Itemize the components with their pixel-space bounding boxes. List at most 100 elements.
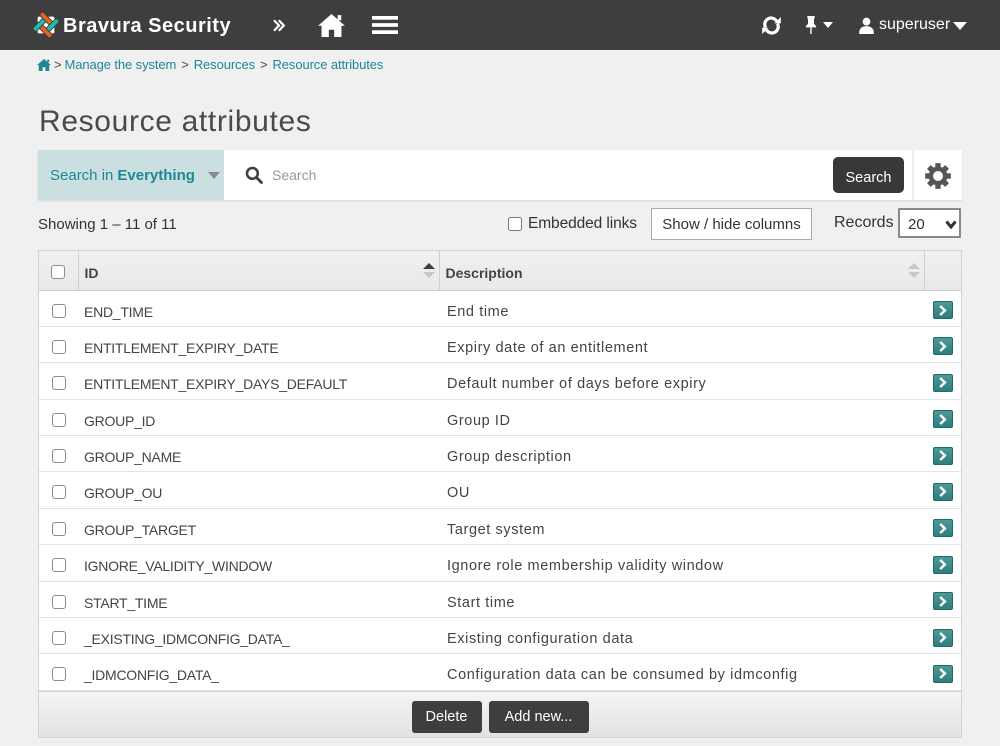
row-open-button[interactable] xyxy=(933,519,953,537)
records-label: Records xyxy=(834,214,894,232)
column-header-id[interactable]: ID xyxy=(78,251,439,290)
row-id: GROUP_ID xyxy=(84,413,155,429)
select-all-checkbox[interactable] xyxy=(51,265,65,279)
hamburger-icon xyxy=(372,16,398,34)
sort-icon-description xyxy=(908,263,920,278)
row-open-button[interactable] xyxy=(933,447,953,465)
search-icon xyxy=(245,166,263,184)
bravura-logo-icon xyxy=(32,11,60,39)
row-open-button[interactable] xyxy=(933,665,953,683)
table-row: GROUP_NAME Group description xyxy=(39,436,961,472)
row-description: End time xyxy=(447,304,509,320)
row-open-button[interactable] xyxy=(933,629,953,647)
row-open-button[interactable] xyxy=(933,483,953,501)
row-checkbox[interactable] xyxy=(52,595,66,609)
showing-count: Showing 1 – 11 of 11 xyxy=(38,216,177,233)
brand-name: Bravura Security xyxy=(63,15,231,38)
row-checkbox[interactable] xyxy=(52,413,66,427)
breadcrumb-resource-attributes[interactable]: Resource attributes xyxy=(273,57,384,72)
row-description: Default number of days before expiry xyxy=(447,376,706,392)
column-header-description-label: Description xyxy=(440,265,523,281)
breadcrumb-separator: > xyxy=(51,57,65,72)
table-row: IGNORE_VALIDITY_WINDOW Ignore role membe… xyxy=(39,545,961,581)
row-description: Start time xyxy=(447,595,515,611)
search-scope-dropdown[interactable]: Search in Everything xyxy=(38,150,224,200)
row-checkbox[interactable] xyxy=(52,340,66,354)
table-row: START_TIME Start time xyxy=(39,581,961,617)
pushpin-icon xyxy=(804,16,818,34)
delete-button[interactable]: Delete xyxy=(412,701,482,733)
main-menu-button[interactable] xyxy=(369,0,401,50)
row-open-button[interactable] xyxy=(933,337,953,355)
navbar: Bravura Security xyxy=(0,0,1000,50)
search-field-wrap xyxy=(224,150,833,200)
row-description: Group description xyxy=(447,449,572,465)
row-checkbox[interactable] xyxy=(52,522,66,536)
breadcrumb-separator: > xyxy=(255,57,273,72)
collapse-menu-button[interactable] xyxy=(266,0,292,50)
table-row: _EXISTING_IDMCONFIG_DATA_ Existing confi… xyxy=(39,618,961,654)
table-controls: Showing 1 – 11 of 11 Embedded links Show… xyxy=(38,206,962,242)
table-header-row: ID Description xyxy=(39,251,961,290)
records-select[interactable]: 20 xyxy=(898,208,961,238)
breadcrumb-manage-the-system[interactable]: Manage the system xyxy=(65,57,177,72)
search-settings-button[interactable] xyxy=(912,150,962,200)
home-icon xyxy=(318,14,345,37)
chevron-right-icon xyxy=(938,414,947,425)
scope-caret-icon xyxy=(208,172,220,179)
chevron-right-icon xyxy=(938,377,947,388)
embedded-links-checkbox[interactable] xyxy=(508,217,522,231)
embedded-links-label: Embedded links xyxy=(528,215,637,233)
search-input[interactable] xyxy=(272,167,833,183)
row-checkbox[interactable] xyxy=(52,449,66,463)
chevron-right-icon xyxy=(938,341,947,352)
brand[interactable]: Bravura Security xyxy=(32,11,231,39)
gear-icon xyxy=(925,163,951,189)
breadcrumb: > Manage the system > Resources > Resour… xyxy=(37,57,383,72)
row-checkbox[interactable] xyxy=(52,304,66,318)
row-id: IGNORE_VALIDITY_WINDOW xyxy=(84,558,272,574)
search-bar: Search in Everything Search xyxy=(38,150,962,200)
chevron-right-icon xyxy=(938,559,947,570)
row-description: OU xyxy=(447,485,470,501)
home-button[interactable] xyxy=(314,0,348,50)
row-checkbox[interactable] xyxy=(52,631,66,645)
breadcrumb-home-icon[interactable] xyxy=(37,59,51,71)
search-button[interactable]: Search xyxy=(833,157,904,193)
row-open-button[interactable] xyxy=(933,592,953,610)
column-header-description[interactable]: Description xyxy=(439,251,924,290)
user-name: superuser xyxy=(879,16,950,34)
row-checkbox[interactable] xyxy=(52,667,66,681)
chevron-right-icon xyxy=(938,668,947,679)
table-row: ENTITLEMENT_EXPIRY_DAYS_DEFAULT Default … xyxy=(39,363,961,399)
show-hide-columns-button[interactable]: Show / hide columns xyxy=(651,208,812,240)
row-checkbox[interactable] xyxy=(52,376,66,390)
refresh-button[interactable] xyxy=(753,0,789,50)
table-row: GROUP_ID Group ID xyxy=(39,399,961,435)
row-id: GROUP_OU xyxy=(84,485,162,501)
row-id: ENTITLEMENT_EXPIRY_DATE xyxy=(84,340,278,356)
chevron-right-icon xyxy=(938,596,947,607)
search-scope-value: Everything xyxy=(117,167,195,184)
row-open-button[interactable] xyxy=(933,374,953,392)
user-icon xyxy=(858,17,875,34)
chevron-right-icon xyxy=(938,450,947,461)
row-open-button[interactable] xyxy=(933,410,953,428)
row-open-button[interactable] xyxy=(933,301,953,319)
user-menu[interactable]: superuser xyxy=(858,0,967,50)
table-row: GROUP_OU OU xyxy=(39,472,961,508)
refresh-icon xyxy=(762,16,781,35)
row-checkbox[interactable] xyxy=(52,558,66,572)
row-description: Target system xyxy=(447,522,545,538)
row-description: Group ID xyxy=(447,413,511,429)
add-new-button[interactable]: Add new... xyxy=(489,701,589,733)
table-row: ENTITLEMENT_EXPIRY_DATE Expiry date of a… xyxy=(39,326,961,362)
table-row: _IDMCONFIG_DATA_ Configuration data can … xyxy=(39,654,961,690)
breadcrumb-resources[interactable]: Resources xyxy=(194,57,255,72)
row-id: GROUP_NAME xyxy=(84,449,181,465)
row-open-button[interactable] xyxy=(933,556,953,574)
page-title: Resource attributes xyxy=(39,105,311,139)
row-checkbox[interactable] xyxy=(52,485,66,499)
pinned-menu-button[interactable] xyxy=(800,0,836,50)
pin-caret-icon xyxy=(823,22,833,28)
